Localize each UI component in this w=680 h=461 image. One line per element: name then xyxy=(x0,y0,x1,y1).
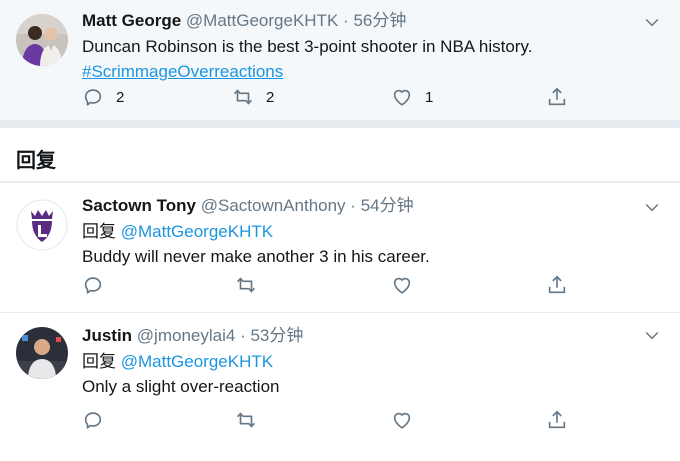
like-button[interactable] xyxy=(391,407,413,433)
hashtag-link[interactable]: #ScrimmageOverreactions xyxy=(82,62,283,81)
reply-tweet[interactable]: Justin @jmoneylai4 · 53分钟 回复 @MattGeorge… xyxy=(0,312,680,452)
separator-dot: · xyxy=(343,11,349,30)
share-icon xyxy=(546,274,568,296)
reply-button[interactable]: 2 xyxy=(82,84,124,110)
like-icon xyxy=(391,274,413,296)
separator-dot: · xyxy=(240,326,246,345)
reply-button[interactable] xyxy=(82,272,104,298)
reply-icon xyxy=(82,86,104,108)
like-count: 1 xyxy=(425,88,434,106)
reply-tweet[interactable]: Sactown Tony @SactownAnthony · 54分钟 回复 @… xyxy=(0,182,680,312)
author-name[interactable]: Sactown Tony xyxy=(82,196,196,215)
share-icon xyxy=(546,86,568,108)
replying-to: 回复 @MattGeorgeKHTK xyxy=(82,219,630,244)
share-icon xyxy=(546,409,568,431)
like-button[interactable]: 1 xyxy=(391,84,433,110)
mention-link[interactable]: @MattGeorgeKHTK xyxy=(121,352,273,371)
tweet-text: Duncan Robinson is the best 3-point shoo… xyxy=(82,37,533,56)
tweet-timestamp[interactable]: 56分钟 xyxy=(353,11,406,30)
replying-label: 回复 xyxy=(82,222,116,241)
section-gap xyxy=(0,120,680,128)
retweet-button[interactable]: 2 xyxy=(232,84,274,110)
chevron-down-icon[interactable] xyxy=(642,197,662,217)
replying-label: 回复 xyxy=(82,352,116,371)
retweet-icon xyxy=(232,86,254,108)
avatar-photo-icon xyxy=(16,327,68,379)
author-handle[interactable]: @SactownAnthony xyxy=(201,196,346,215)
share-button[interactable] xyxy=(546,84,568,110)
author-name[interactable]: Justin xyxy=(82,326,132,345)
kings-logo-icon xyxy=(16,199,68,251)
chevron-down-icon[interactable] xyxy=(642,12,662,32)
author-handle[interactable]: @jmoneylai4 xyxy=(137,326,236,345)
share-button[interactable] xyxy=(546,272,568,298)
retweet-button[interactable] xyxy=(235,407,257,433)
tweet-actions: 2 2 1 xyxy=(82,84,582,110)
reply-icon xyxy=(82,409,104,431)
author-handle[interactable]: @MattGeorgeKHTK xyxy=(186,11,338,30)
like-button[interactable] xyxy=(391,272,413,298)
retweet-count: 2 xyxy=(266,88,275,106)
tweet-actions xyxy=(82,407,582,433)
reply-icon xyxy=(82,274,104,296)
avatar-photo-icon xyxy=(16,14,68,66)
separator-dot: · xyxy=(350,196,356,215)
reply-button[interactable] xyxy=(82,407,104,433)
replies-heading: 回复 xyxy=(0,128,680,182)
avatar[interactable] xyxy=(16,327,68,379)
tweet-text: Only a slight over-reaction xyxy=(82,377,280,396)
retweet-button[interactable] xyxy=(235,272,257,298)
author-name[interactable]: Matt George xyxy=(82,11,181,30)
main-tweet[interactable]: Matt George @MattGeorgeKHTK · 56分钟 Dunca… xyxy=(0,0,680,120)
retweet-icon xyxy=(235,274,257,296)
tweet-timestamp[interactable]: 53分钟 xyxy=(250,326,303,345)
avatar[interactable] xyxy=(16,14,68,66)
reply-count: 2 xyxy=(116,88,125,106)
tweet-text: Buddy will never make another 3 in his c… xyxy=(82,247,430,266)
retweet-icon xyxy=(235,409,257,431)
like-icon xyxy=(391,86,413,108)
chevron-down-icon[interactable] xyxy=(642,325,662,345)
tweet-actions xyxy=(82,272,582,298)
tweet-timestamp[interactable]: 54分钟 xyxy=(361,196,414,215)
share-button[interactable] xyxy=(546,407,568,433)
avatar[interactable] xyxy=(16,199,68,251)
like-icon xyxy=(391,409,413,431)
mention-link[interactable]: @MattGeorgeKHTK xyxy=(121,222,273,241)
replying-to: 回复 @MattGeorgeKHTK xyxy=(82,349,630,374)
